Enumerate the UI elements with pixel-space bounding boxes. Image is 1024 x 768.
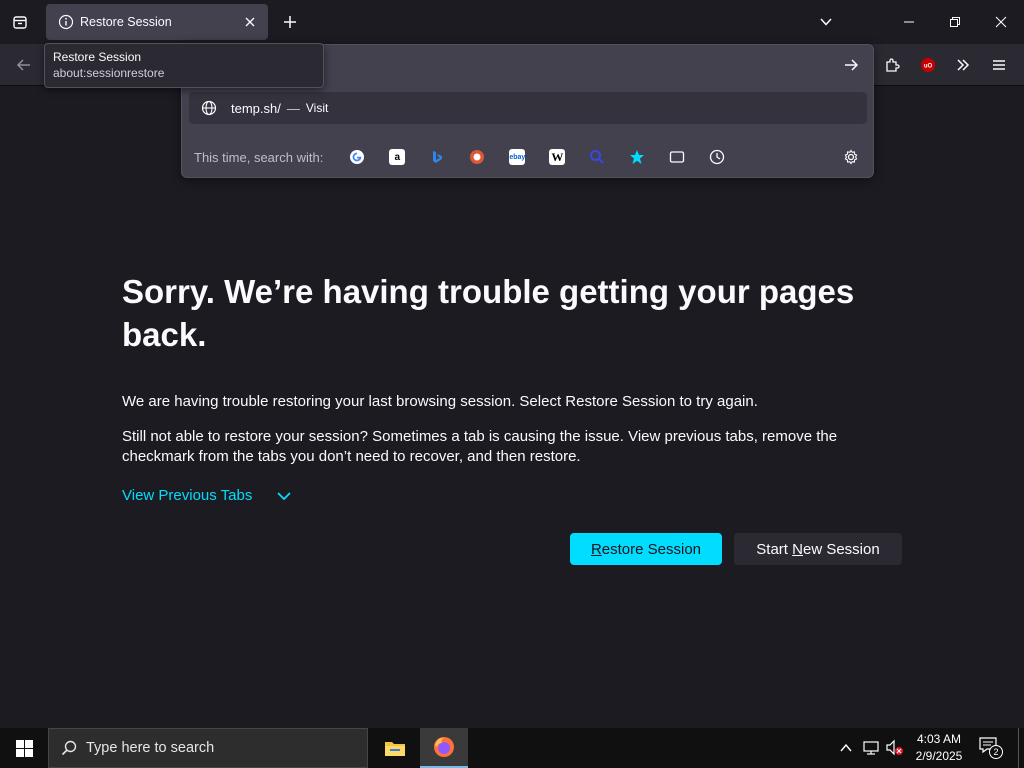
arrow-right-icon [843,57,859,73]
view-previous-tabs-label: View Previous Tabs [122,487,253,504]
tabs-icon [669,149,685,165]
chevron-down-icon [819,15,833,29]
engine-wikipedia[interactable]: W [537,141,577,173]
action-center-button[interactable]: 2 [978,736,1006,760]
clock-time: 4:03 AM [916,732,962,746]
new-tab-button[interactable] [276,8,304,36]
suggestion-action: Visit [305,101,329,115]
list-all-tabs-button[interactable] [812,8,840,36]
duckduckgo-icon [469,149,485,165]
tab-title: Restore Session [80,15,172,29]
firefox-taskbar-button[interactable] [420,728,468,768]
history-icon [709,149,725,165]
wikipedia-icon: W [549,149,566,165]
ublock-origin-button[interactable]: uO [912,49,944,81]
engine-search[interactable] [577,141,617,173]
extensions-button[interactable] [876,49,908,81]
system-clock[interactable]: 4:03 AM 2/9/2025 [910,731,968,765]
engine-duckduckgo[interactable] [457,141,497,173]
show-desktop-button[interactable] [1018,728,1024,768]
arrow-left-icon [16,57,32,73]
more-tools-button[interactable] [947,49,979,81]
amazon-icon: a [389,149,406,165]
restore-description: We are having trouble restoring your las… [122,393,758,410]
history-button[interactable] [697,141,737,173]
suggestion-url: temp.sh/ [231,100,281,116]
show-hidden-icons-button[interactable] [836,738,856,758]
clock-date: 2/9/2025 [915,749,963,763]
new-session-accesskey: N [792,540,803,558]
close-icon [995,16,1007,28]
back-button[interactable] [8,49,40,81]
taskbar-search[interactable]: Type here to search [48,728,368,768]
hamburger-icon [991,57,1007,73]
start-new-session-button[interactable]: Start New Session [734,533,902,565]
tooltip-title: Restore Session [53,50,142,64]
new-session-label-post: ew Session [802,540,880,558]
firefox-view-button[interactable] [6,8,34,36]
minimize-button[interactable] [886,0,932,44]
network-tray-button[interactable] [861,738,881,758]
firefox-icon [433,736,455,758]
search-icon [589,149,605,165]
ublock-icon: uO [920,57,936,73]
folder-icon [384,739,406,757]
windows-taskbar: Type here to search 4:03 AM 2/9/2025 2 [0,728,1024,768]
restore-label-post: estore Session [601,540,702,558]
search-settings-button[interactable] [837,141,865,173]
view-previous-tabs-toggle[interactable]: View Previous Tabs [122,487,912,504]
action-buttons: Restore Session Start New Session [570,533,902,565]
tab-restore-session[interactable]: Restore Session [46,4,268,40]
engine-amazon[interactable]: a [377,141,417,173]
chevron-double-right-icon [955,57,971,73]
network-icon [862,740,880,756]
new-session-label-pre: Start [756,540,793,558]
tabs-button[interactable] [657,141,697,173]
windows-logo-icon [15,739,33,757]
restore-window-button[interactable] [932,0,978,44]
app-menu-button[interactable] [983,49,1015,81]
ebay-icon: ebay [509,149,526,165]
chevron-down-icon [276,488,292,504]
puzzle-icon [884,57,900,73]
volume-tray-button[interactable] [885,738,905,758]
firefox-view-icon [12,14,28,30]
engine-google[interactable] [337,141,377,173]
tooltip-url: about:sessionrestore [53,66,165,80]
go-button[interactable] [837,51,865,79]
restore-session-button[interactable]: Restore Session [570,533,722,565]
globe-icon [201,100,217,116]
restore-window-icon [949,16,961,28]
bookmarks-button[interactable] [617,141,657,173]
bookmarks-icon [629,149,645,165]
close-window-button[interactable] [978,0,1024,44]
file-explorer-taskbar-button[interactable] [371,728,419,768]
gear-icon [843,149,859,165]
tab-tooltip: Restore Session about:sessionrestore [44,43,324,88]
info-icon [58,14,74,30]
notification-count-badge: 2 [989,745,1003,759]
start-button[interactable] [0,728,48,768]
search-oneoffs: This time, search with: a ebay W [182,137,873,177]
volume-muted-icon [885,739,905,757]
engine-ebay[interactable]: ebay [497,141,537,173]
svg-text:uO: uO [924,64,933,70]
bing-icon [429,149,445,165]
urlbar-suggestion[interactable]: temp.sh/ — Visit [189,92,867,124]
tab-strip: Restore Session [0,0,1024,44]
search-icon [61,740,77,756]
minimize-icon [903,16,915,28]
suggestion-separator: — [286,100,300,116]
google-icon [349,149,365,165]
engine-bing[interactable] [417,141,457,173]
restore-accesskey: R [590,540,602,558]
close-tab-icon[interactable] [238,10,262,34]
plus-icon [283,15,297,29]
chevron-up-icon [839,741,853,755]
oneoff-label: This time, search with: [194,149,324,165]
page-title: Sorry. We’re having trouble getting your… [122,273,855,353]
session-restore-content: Sorry. We’re having trouble getting your… [122,270,912,504]
taskbar-search-placeholder: Type here to search [86,740,215,756]
restore-help-text: Still not able to restore your session? … [122,428,838,465]
